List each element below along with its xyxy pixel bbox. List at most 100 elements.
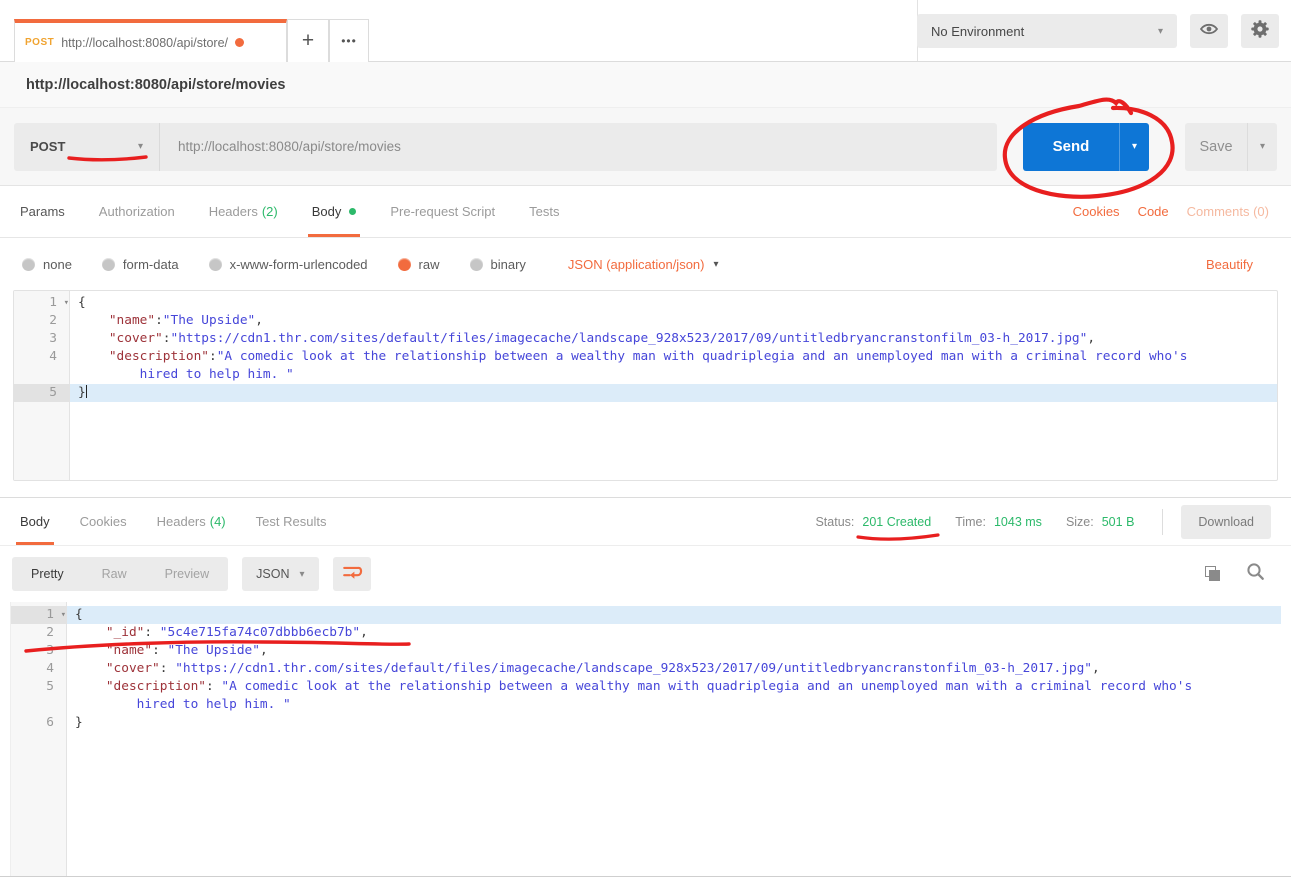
response-meta-row: Body Cookies Headers(4) Test Results Status… (0, 498, 1291, 546)
body-mode-binary[interactable]: binary (470, 257, 526, 272)
response-body-editor[interactable]: 1▾{2 "_id": "5c4e715fa74c07dbbb6ecb7b",3… (10, 602, 1281, 876)
radio-icon (209, 258, 222, 271)
code-row: 5 "description": "A comedic look at the … (11, 678, 1281, 696)
response-tab-body[interactable]: Body (20, 498, 50, 545)
time-value: 1043 ms (994, 515, 1042, 529)
format-label: JSON (256, 567, 289, 581)
fold-caret-icon[interactable]: ▾ (64, 294, 69, 312)
time-label: Time: (955, 515, 986, 529)
code-row: 1▾{ (14, 294, 1277, 312)
code-row: 5} (14, 384, 1277, 402)
body-mode-form-data[interactable]: form-data (102, 257, 179, 272)
response-tab-test-results[interactable]: Test Results (256, 498, 327, 545)
response-section: Body Cookies Headers(4) Test Results Status… (0, 497, 1291, 882)
method-select[interactable]: POST ▾ (14, 123, 160, 171)
gear-icon (1249, 18, 1271, 45)
body-mode-x-www-form-urlencoded[interactable]: x-www-form-urlencoded (209, 257, 368, 272)
radio-icon (470, 258, 483, 271)
eye-icon (1199, 21, 1219, 42)
radio-icon (22, 258, 35, 271)
radio-icon (398, 258, 411, 271)
response-format-select[interactable]: JSON ▾ (242, 557, 318, 591)
code-row: hired to help him. " (11, 696, 1281, 714)
request-tab-params[interactable]: Params (20, 186, 65, 237)
caret-down-icon: ▾ (138, 141, 143, 152)
search-icon[interactable] (1246, 562, 1265, 586)
view-mode-preview[interactable]: Preview (146, 557, 228, 591)
code-row: 3 "cover":"https://cdn1.thr.com/sites/de… (14, 330, 1277, 348)
send-button[interactable]: Send (1023, 123, 1119, 171)
cookies-link[interactable]: Cookies (1073, 204, 1120, 219)
url-builder-row: POST ▾ http://localhost:8080/api/store/m… (0, 108, 1291, 186)
caret-down-icon: ▾ (1132, 141, 1137, 152)
beautify-link[interactable]: Beautify (1206, 257, 1269, 272)
send-options-button[interactable]: ▾ (1119, 123, 1149, 171)
send-split-button: Send ▾ (1023, 123, 1149, 171)
unsaved-changes-dot-icon (235, 38, 244, 47)
request-tab-tests[interactable]: Tests (529, 186, 559, 237)
environment-quicklook-button[interactable] (1190, 14, 1228, 48)
comments-link[interactable]: Comments (0) (1187, 204, 1269, 219)
postman-app: POST http://localhost:8080/api/store/ + … (0, 0, 1291, 884)
request-links: Cookies Code Comments (0) (1073, 186, 1271, 237)
response-tab-cookies[interactable]: Cookies (80, 498, 127, 545)
settings-button[interactable] (1241, 14, 1279, 48)
request-tab[interactable]: POST http://localhost:8080/api/store/ (14, 19, 287, 62)
save-button[interactable]: Save (1185, 123, 1247, 171)
request-tab-body[interactable]: Body (312, 186, 357, 237)
size-value: 501 B (1102, 515, 1135, 529)
code-row: 6} (11, 714, 1281, 732)
code-row: 2 "name":"The Upside", (14, 312, 1277, 330)
request-title: http://localhost:8080/api/store/movies (26, 77, 285, 93)
response-tools (1205, 562, 1279, 586)
download-button[interactable]: Download (1181, 505, 1271, 539)
more-tabs-button[interactable]: ••• (329, 19, 369, 62)
request-body-editor[interactable]: 1▾{2 "name":"The Upside",3 "cover":"http… (13, 290, 1278, 481)
request-tab-headers[interactable]: Headers(2) (209, 186, 278, 237)
save-split-button: Save ▾ (1185, 123, 1277, 171)
tab-method-badge: POST (25, 37, 54, 48)
text-cursor (86, 385, 87, 398)
save-options-button[interactable]: ▾ (1247, 123, 1277, 171)
view-mode-pretty[interactable]: Pretty (12, 557, 83, 591)
request-tabs-row: Params Authorization Headers(2) Body Pre-req… (0, 186, 1291, 238)
body-mode-row: none form-data x-www-form-urlencoded raw bin… (0, 238, 1291, 290)
content-type-select[interactable]: JSON (application/json) ▾ (568, 257, 719, 272)
url-input[interactable]: http://localhost:8080/api/store/movies (160, 123, 997, 171)
environment-selector[interactable]: No Environment ▾ (917, 14, 1177, 48)
wrap-lines-button[interactable] (333, 557, 371, 591)
body-set-dot-icon (349, 208, 356, 215)
caret-down-icon: ▾ (1260, 141, 1265, 152)
view-mode-raw[interactable]: Raw (83, 557, 146, 591)
code-link[interactable]: Code (1138, 204, 1169, 219)
divider (1162, 509, 1163, 535)
code-row: 4 "cover": "https://cdn1.thr.com/sites/d… (11, 660, 1281, 678)
caret-down-icon: ▾ (299, 569, 304, 580)
page-bottom-border (0, 876, 1291, 882)
response-status-group: Status: 201 Created Time: 1043 ms Size: … (815, 498, 1271, 545)
code-row: 4 "description":"A comedic look at the r… (14, 348, 1277, 366)
body-mode-raw[interactable]: raw (398, 257, 440, 272)
fold-caret-icon[interactable]: ▾ (61, 606, 66, 624)
response-tab-headers[interactable]: Headers(4) (157, 498, 226, 545)
topbar: POST http://localhost:8080/api/store/ + … (0, 0, 1291, 62)
request-tab-authorization[interactable]: Authorization (99, 186, 175, 237)
new-tab-button[interactable]: + (287, 19, 329, 62)
request-tab-pre-request-script[interactable]: Pre-request Script (390, 186, 495, 237)
request-name-bar: http://localhost:8080/api/store/movies (0, 62, 1291, 108)
view-mode-switch: PrettyRawPreview (12, 557, 228, 591)
code-row: 3 "name": "The Upside", (11, 642, 1281, 660)
code-row: hired to help him. " (14, 366, 1277, 384)
tab-url-label: http://localhost:8080/api/store/ (61, 36, 228, 50)
content-type-label: JSON (application/json) (568, 257, 705, 272)
body-mode-none[interactable]: none (22, 257, 72, 272)
copy-icon[interactable] (1205, 566, 1222, 583)
response-toolbar: PrettyRawPreview JSON ▾ (0, 546, 1291, 602)
wrap-lines-icon (341, 562, 363, 587)
caret-down-icon: ▾ (1158, 26, 1163, 37)
environment-label: No Environment (931, 24, 1024, 39)
status-value: 201 Created (862, 515, 931, 529)
status-label: Status: (815, 515, 854, 529)
radio-icon (102, 258, 115, 271)
method-label: POST (30, 139, 65, 154)
